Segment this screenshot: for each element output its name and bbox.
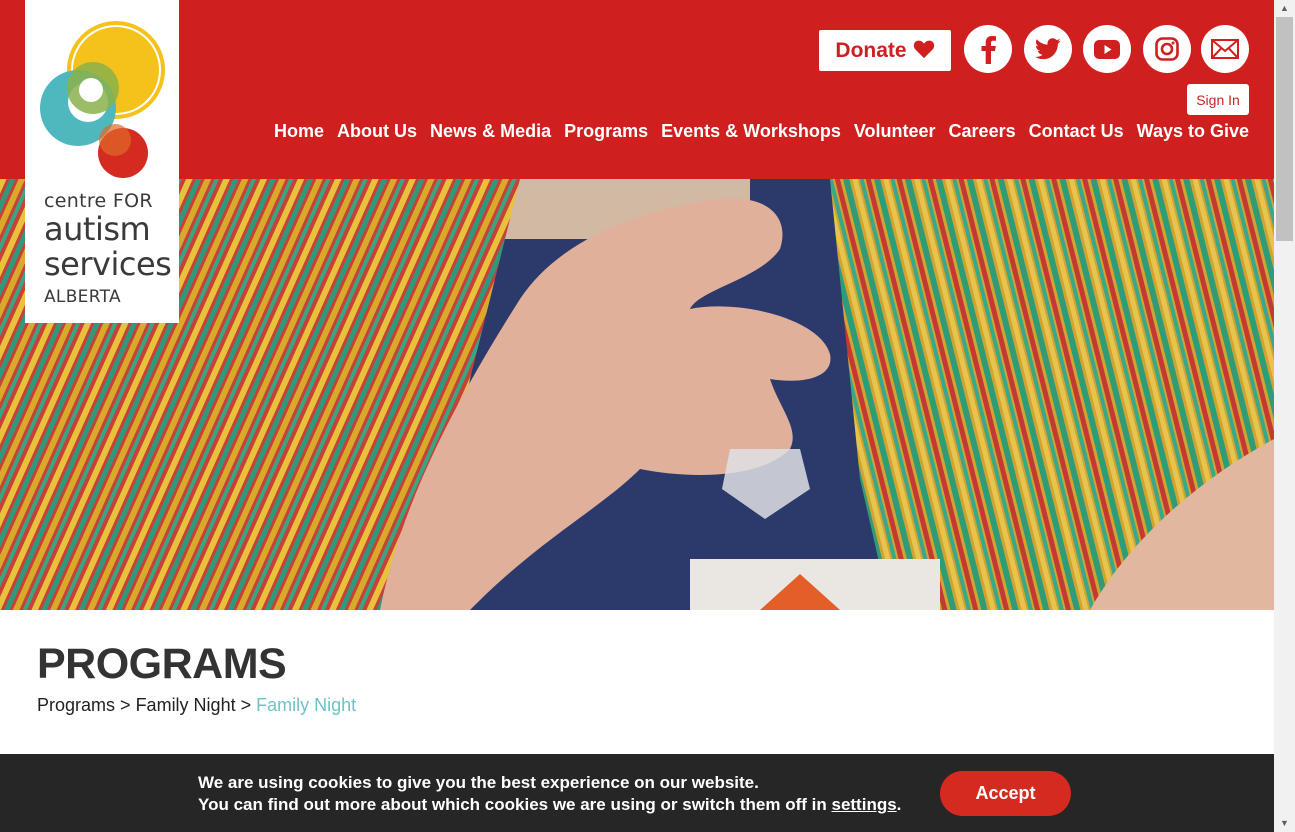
scroll-up-arrow-icon[interactable]: ▲ bbox=[1274, 0, 1295, 17]
logo-text-line4: ALBERTA bbox=[44, 287, 121, 307]
heart-icon bbox=[913, 39, 935, 63]
accept-cookies-button[interactable]: Accept bbox=[940, 771, 1071, 816]
nav-events-workshops[interactable]: Events & Workshops bbox=[661, 121, 841, 142]
donate-button[interactable]: Donate bbox=[819, 30, 951, 71]
cookie-line1: We are using cookies to give you the bes… bbox=[198, 773, 759, 792]
cookie-line2-text: You can find out more about which cookie… bbox=[198, 795, 832, 814]
breadcrumb-family-night[interactable]: Family Night bbox=[136, 695, 236, 715]
vertical-scrollbar[interactable]: ▲ ▼ bbox=[1274, 0, 1295, 832]
logo-circles-icon bbox=[40, 21, 165, 178]
breadcrumb-separator: > bbox=[120, 695, 136, 715]
nav-contact-us[interactable]: Contact Us bbox=[1029, 121, 1124, 142]
breadcrumb-separator: > bbox=[240, 695, 257, 715]
sign-in-button[interactable]: Sign In bbox=[1187, 84, 1249, 115]
cookie-banner: We are using cookies to give you the bes… bbox=[0, 754, 1274, 832]
scroll-down-arrow-icon[interactable]: ▼ bbox=[1274, 815, 1295, 832]
site-header: Donate Sign In Home About Us News & Medi… bbox=[0, 0, 1274, 179]
cookie-settings-link[interactable]: settings bbox=[831, 795, 896, 814]
logo-text-line2: autism bbox=[44, 210, 151, 248]
page-title: PROGRAMS bbox=[37, 640, 287, 688]
twitter-icon[interactable] bbox=[1024, 25, 1072, 73]
hero-photo-illustration bbox=[0, 179, 1274, 610]
breadcrumb-programs[interactable]: Programs bbox=[37, 695, 115, 715]
nav-volunteer[interactable]: Volunteer bbox=[854, 121, 936, 142]
cookie-message: We are using cookies to give you the bes… bbox=[198, 772, 901, 816]
hero-image bbox=[0, 179, 1274, 610]
nav-programs[interactable]: Programs bbox=[564, 121, 648, 142]
instagram-icon[interactable] bbox=[1143, 25, 1191, 73]
facebook-icon[interactable] bbox=[964, 25, 1012, 73]
nav-careers[interactable]: Careers bbox=[949, 121, 1016, 142]
scrollbar-thumb[interactable] bbox=[1276, 17, 1293, 241]
main-nav: Home About Us News & Media Programs Even… bbox=[274, 121, 1249, 142]
mail-icon[interactable] bbox=[1201, 25, 1249, 73]
cookie-line2: You can find out more about which cookie… bbox=[198, 794, 901, 816]
cookie-line2-end: . bbox=[896, 795, 902, 814]
nav-news-media[interactable]: News & Media bbox=[430, 121, 551, 142]
page: Donate Sign In Home About Us News & Medi… bbox=[0, 0, 1274, 832]
logo-text-line3: services bbox=[44, 245, 172, 283]
breadcrumb: Programs > Family Night > Family Night bbox=[37, 695, 356, 716]
logo-text-line1: centre FOR bbox=[44, 190, 153, 212]
youtube-icon[interactable] bbox=[1083, 25, 1131, 73]
breadcrumb-current: Family Night bbox=[256, 695, 357, 715]
nav-home[interactable]: Home bbox=[274, 121, 324, 142]
nav-ways-to-give[interactable]: Ways to Give bbox=[1137, 121, 1249, 142]
nav-about-us[interactable]: About Us bbox=[337, 121, 417, 142]
site-logo[interactable]: centre FOR autism services ALBERTA bbox=[25, 0, 179, 323]
donate-label: Donate bbox=[835, 38, 907, 62]
